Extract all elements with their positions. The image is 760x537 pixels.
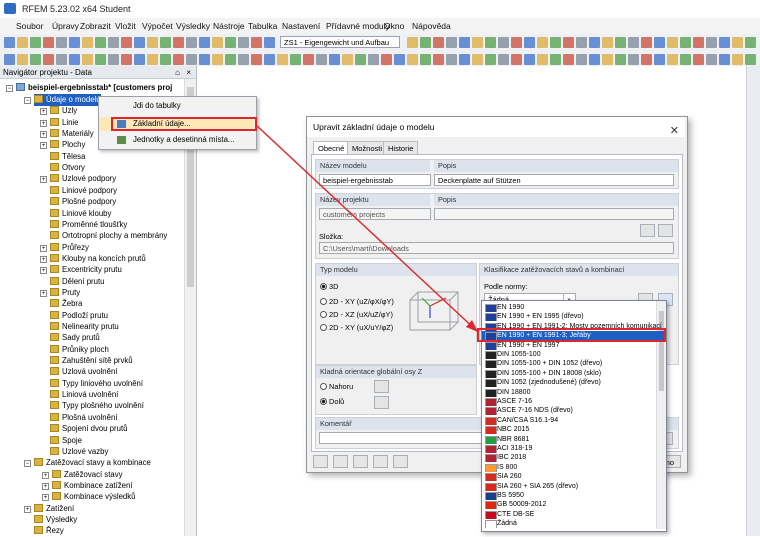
annotation-arrow <box>255 124 479 333</box>
